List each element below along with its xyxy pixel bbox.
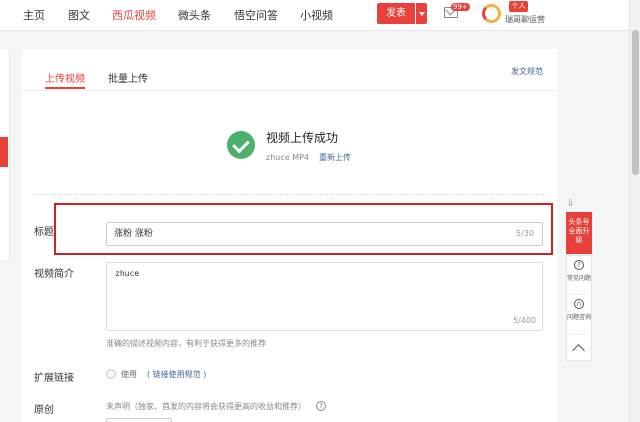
tab-batch-upload[interactable]: 批量上传 <box>108 70 148 85</box>
original-label: 原创 <box>34 405 54 416</box>
section-divider <box>34 194 544 195</box>
feedback-top-icon[interactable]: ⇩ <box>567 199 577 209</box>
upload-card: 上传视频 批量上传 发文规范 视频上传成功 zhuce MP4 重新上传 标题 … <box>22 49 557 422</box>
tab-divider <box>22 90 557 91</box>
panel-divider <box>570 334 588 335</box>
question-icon: ? <box>574 260 584 270</box>
description-textarea[interactable]: zhuce <box>106 262 543 331</box>
success-check-icon <box>227 131 255 159</box>
consult-button[interactable]: ∩ 问题咨询 <box>567 299 591 322</box>
nav-wukong-qa[interactable]: 悟空问答 <box>234 7 278 23</box>
account-type-badge: 个人 <box>509 1 528 12</box>
faq-button[interactable]: ? 常见问题 <box>567 260 591 283</box>
notification-badge: 99+ <box>451 3 470 11</box>
nav-short-video[interactable]: 小视频 <box>300 7 333 23</box>
right-tool-panel: ? 常见问题 ∩ 问题咨询 <box>566 255 592 361</box>
link-usage-rules-link[interactable]: ( 链接使用规范 ) <box>147 369 206 380</box>
consult-label: 问题咨询 <box>567 314 592 321</box>
page-scrollbar[interactable] <box>629 0 640 422</box>
scrollbar-thumb[interactable] <box>632 30 639 175</box>
description-hint: 准确的描述视频内容，有利于获得更多的推荐 <box>106 339 266 348</box>
help-icon[interactable]: ? <box>316 401 326 411</box>
headset-icon: ∩ <box>574 299 584 309</box>
publish-dropdown-icon[interactable] <box>416 3 427 24</box>
publishing-rules-link[interactable]: 发文规范 <box>511 66 543 77</box>
declare-original-button[interactable] <box>106 418 172 422</box>
active-tab-indicator <box>45 87 85 89</box>
original-hint: 未声明（独家、首发的内容将会获得更高的收益和推荐） <box>106 402 306 411</box>
description-char-count: 5/400 <box>513 316 537 325</box>
nav-home[interactable]: 主页 <box>23 7 45 23</box>
title-highlight-annotation <box>54 203 553 255</box>
reupload-link[interactable]: 重新上传 <box>319 152 351 163</box>
description-label: 视频简介 <box>34 269 74 280</box>
back-to-top-icon[interactable] <box>572 344 585 357</box>
use-extension-radio[interactable] <box>106 369 116 379</box>
top-nav: 主页 图文 西瓜视频 微头条 悟空问答 小视频 发表 99+ 个人 瑞哥聊运营 <box>0 0 640 31</box>
avatar[interactable] <box>482 4 501 23</box>
panel-divider <box>570 294 588 295</box>
faq-label: 常见问题 <box>567 275 592 282</box>
uploaded-file-name: zhuce MP4 <box>266 153 310 162</box>
upload-success-title: 视频上传成功 <box>266 131 339 145</box>
extension-link-label: 扩展链接 <box>34 373 74 384</box>
nav-xigua-video[interactable]: 西瓜视频 <box>112 7 156 23</box>
title-label: 标题 <box>34 227 54 238</box>
use-extension-label[interactable]: 使用 <box>121 369 137 380</box>
nav-micro-headlines[interactable]: 微头条 <box>178 7 211 23</box>
upgrade-banner[interactable]: 头条号全面升级 <box>566 212 592 254</box>
left-sidebar <box>0 49 10 259</box>
tab-upload-video[interactable]: 上传视频 <box>45 70 85 85</box>
publish-button[interactable]: 发表 <box>377 3 415 24</box>
nav-articles[interactable]: 图文 <box>68 7 90 23</box>
username[interactable]: 瑞哥聊运营 <box>505 14 545 25</box>
left-sidebar-active-marker <box>0 137 8 167</box>
